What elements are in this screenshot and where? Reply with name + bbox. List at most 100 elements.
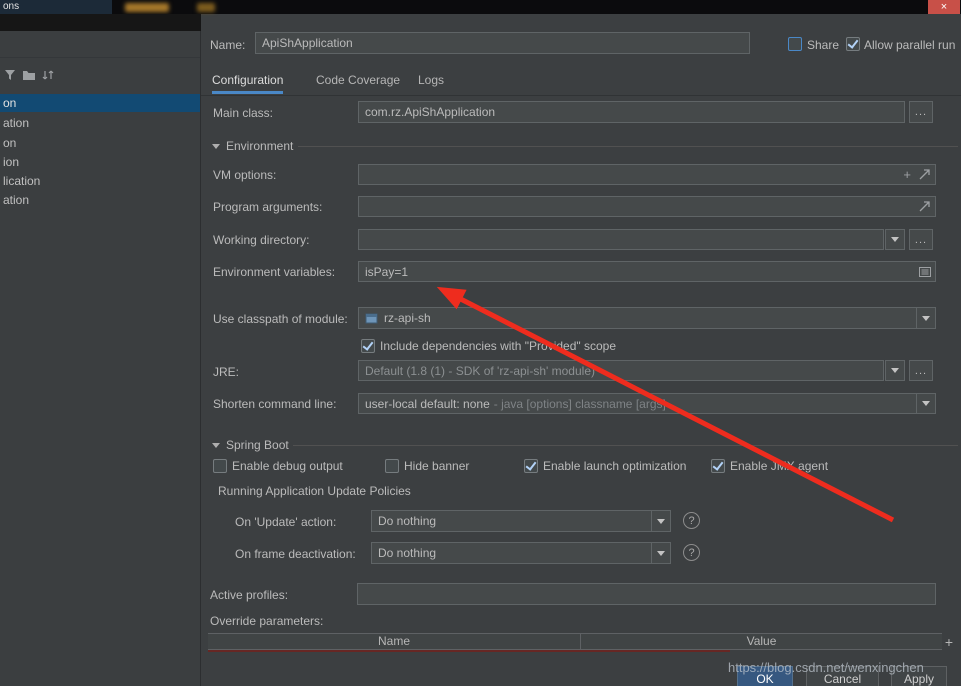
help-glyph: ?	[688, 547, 694, 559]
working-directory-dropdown-button[interactable]	[885, 229, 905, 250]
shorten-command-line-hint: - java [options] classname [args]	[494, 397, 666, 411]
environment-section-header[interactable]: Environment	[212, 139, 293, 153]
taskbar-blur-item	[125, 3, 169, 12]
config-tree-item[interactable]: on	[0, 94, 200, 112]
help-icon[interactable]: ?	[683, 544, 700, 561]
hide-banner-checkbox[interactable]	[385, 459, 399, 473]
chevron-down-icon	[922, 401, 930, 406]
share-checkbox[interactable]	[788, 37, 802, 51]
active-profiles-input[interactable]	[357, 583, 936, 605]
config-tree-item[interactable]: on	[0, 134, 200, 152]
add-icon[interactable]: +	[903, 167, 911, 182]
enable-launch-optimization-checkbox[interactable]	[524, 459, 538, 473]
share-label: Share	[807, 38, 839, 53]
jre-combobox[interactable]: Default (1.8 (1) - SDK of 'rz-api-sh' mo…	[358, 360, 884, 381]
active-profiles-label: Active profiles:	[210, 588, 288, 603]
sidebar-toolbar-divider	[0, 57, 200, 58]
config-tree-item[interactable]: ation	[0, 114, 200, 132]
enable-launch-optimization-label: Enable launch optimization	[543, 459, 686, 474]
chevron-down-icon	[657, 551, 665, 556]
jre-label: JRE:	[213, 365, 239, 380]
browse-variables-icon[interactable]	[919, 266, 931, 278]
add-icon: +	[945, 634, 953, 650]
enable-jmx-agent-label: Enable JMX agent	[730, 459, 828, 474]
shorten-command-line-value: user-local default: none	[365, 397, 490, 411]
working-directory-browse-button[interactable]: ...	[909, 229, 933, 250]
help-icon[interactable]: ?	[683, 512, 700, 529]
name-input[interactable]: ApiShApplication	[255, 32, 750, 54]
provided-scope-label: Include dependencies with "Provided" sco…	[380, 339, 616, 354]
config-tree-item[interactable]: ion	[0, 153, 200, 171]
on-update-action-label: On 'Update' action:	[235, 515, 336, 530]
tab-label: Configuration	[212, 73, 283, 87]
tabs-divider	[201, 95, 961, 96]
table-column-value: Value	[580, 634, 942, 649]
allow-parallel-checkbox[interactable]	[846, 37, 860, 51]
config-tree-item-label: lication	[3, 174, 40, 188]
collapse-triangle-icon	[212, 443, 220, 448]
red-underline-artifact	[208, 650, 730, 652]
filter-icon[interactable]	[4, 69, 16, 81]
on-frame-deactivation-label: On frame deactivation:	[235, 547, 356, 562]
config-tree-item-label: ation	[3, 193, 29, 207]
environment-variables-value: isPay=1	[365, 265, 408, 279]
configurations-sidebar: on ation on ion lication ation	[0, 31, 200, 686]
sort-icon[interactable]	[42, 69, 54, 81]
combo-arrow-segment[interactable]	[651, 511, 670, 531]
working-directory-label: Working directory:	[213, 233, 309, 248]
tab-configuration[interactable]: Configuration	[212, 69, 283, 94]
program-arguments-input[interactable]	[358, 196, 936, 217]
vm-options-input[interactable]: +	[358, 164, 936, 185]
close-icon: ×	[941, 2, 947, 13]
folder-icon[interactable]	[22, 69, 36, 81]
ellipsis-icon: ...	[915, 365, 927, 377]
main-class-value: com.rz.ApiShApplication	[365, 105, 495, 119]
enable-jmx-agent-checkbox[interactable]	[711, 459, 725, 473]
table-column-name: Name	[208, 634, 580, 649]
tab-label: Code Coverage	[316, 73, 400, 87]
chevron-down-icon	[657, 519, 665, 524]
chevron-down-icon	[922, 316, 930, 321]
environment-section-label: Environment	[226, 139, 293, 153]
on-update-action-combobox[interactable]: Do nothing	[371, 510, 671, 532]
expand-field-icon[interactable]	[919, 169, 930, 180]
chevron-down-icon	[891, 368, 899, 373]
enable-debug-output-label: Enable debug output	[232, 459, 343, 474]
main-class-input[interactable]: com.rz.ApiShApplication	[358, 101, 905, 123]
sidebar-main-divider	[200, 31, 201, 686]
main-class-label: Main class:	[213, 106, 273, 121]
spring-boot-section-label: Spring Boot	[226, 438, 289, 452]
config-tree-item[interactable]: lication	[0, 172, 200, 190]
classpath-module-value: rz-api-sh	[384, 311, 431, 325]
run-debug-configurations-dialog: ons × on ation on ion	[0, 0, 961, 686]
main-class-browse-button[interactable]: ...	[909, 101, 933, 123]
jre-dropdown-button[interactable]	[885, 360, 905, 381]
ellipsis-icon: ...	[915, 106, 927, 118]
provided-scope-checkbox[interactable]	[361, 339, 375, 353]
combo-arrow-segment[interactable]	[651, 543, 670, 563]
close-button[interactable]: ×	[928, 0, 960, 14]
ellipsis-icon: ...	[915, 234, 927, 246]
on-frame-deactivation-value: Do nothing	[378, 546, 436, 560]
expand-field-icon[interactable]	[919, 201, 930, 212]
spring-boot-section-rule	[293, 445, 958, 446]
enable-debug-output-checkbox[interactable]	[213, 459, 227, 473]
tab-code-coverage[interactable]: Code Coverage	[316, 69, 400, 94]
jre-browse-button[interactable]: ...	[909, 360, 933, 381]
shorten-command-line-combobox[interactable]: user-local default: none - java [options…	[358, 393, 936, 414]
combo-arrow-segment[interactable]	[916, 394, 935, 413]
spring-boot-section-header[interactable]: Spring Boot	[212, 438, 289, 452]
add-parameter-button[interactable]: +	[941, 634, 957, 650]
working-directory-input[interactable]	[358, 229, 884, 250]
classpath-module-combobox[interactable]: rz-api-sh	[358, 307, 936, 329]
environment-section-rule	[298, 146, 958, 147]
program-arguments-label: Program arguments:	[213, 200, 322, 215]
combo-arrow-segment[interactable]	[916, 308, 935, 328]
tab-logs[interactable]: Logs	[418, 69, 444, 94]
environment-variables-input[interactable]: isPay=1	[358, 261, 936, 282]
jre-value: Default (1.8 (1) - SDK of 'rz-api-sh' mo…	[365, 364, 595, 378]
on-frame-deactivation-combobox[interactable]: Do nothing	[371, 542, 671, 564]
override-parameters-table-header: Name Value	[208, 633, 942, 650]
on-update-action-value: Do nothing	[378, 514, 436, 528]
config-tree-item[interactable]: ation	[0, 191, 200, 209]
